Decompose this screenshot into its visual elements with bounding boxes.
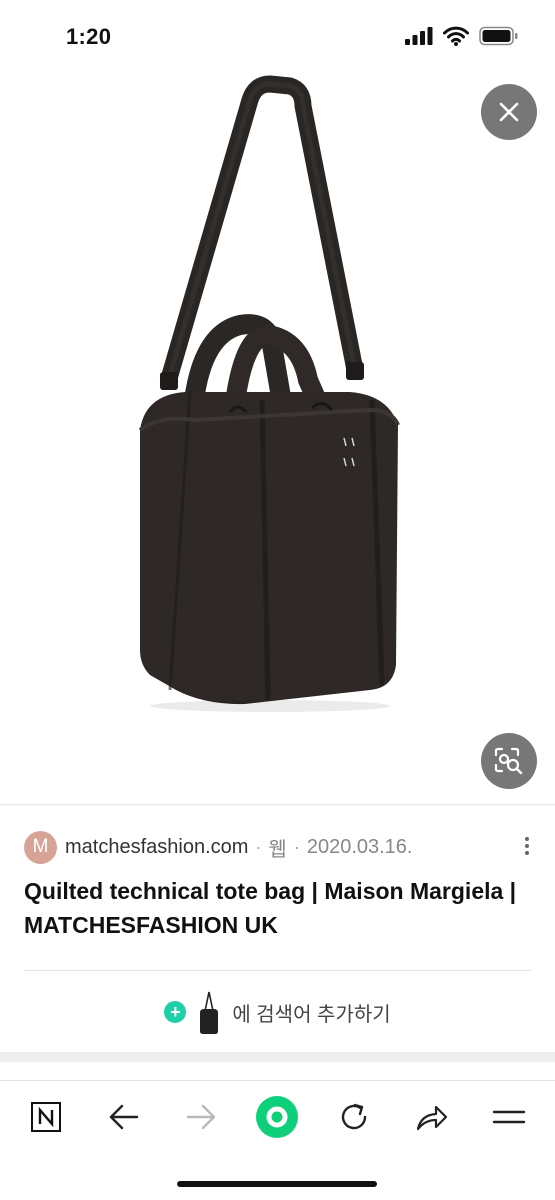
close-icon: [499, 102, 519, 122]
divider: [0, 804, 555, 805]
forward-button[interactable]: [179, 1095, 223, 1139]
source-type: 웹: [268, 838, 287, 861]
wifi-icon: [443, 26, 469, 46]
more-dot: [525, 844, 529, 848]
result-title[interactable]: Quilted technical tote bag | Maison Marg…: [24, 874, 534, 942]
battery-icon: [479, 26, 518, 46]
plus-icon: +: [164, 1001, 187, 1023]
naver-home-button[interactable]: [24, 1095, 68, 1139]
product-image-tote-bag: [138, 75, 400, 712]
separator-dot: ·: [293, 836, 300, 857]
add-keyword-label: 에 검색어 추가하기: [232, 1003, 391, 1026]
add-keyword-button[interactable]: + 에 검색어 추가하기: [0, 986, 555, 1038]
home-indicator: [177, 1181, 377, 1187]
source-date: 2020.03.16.: [306, 835, 413, 858]
green-dot-icon: [256, 1096, 298, 1138]
back-button[interactable]: [102, 1095, 146, 1139]
refresh-button[interactable]: [332, 1095, 376, 1139]
section-separator: [0, 1052, 555, 1062]
more-dot: [525, 851, 529, 855]
cellular-signal-icon: [405, 27, 433, 45]
result-source[interactable]: M matchesfashion.com · 웹 · 2020.03.16.: [24, 830, 412, 864]
source-avatar: M: [24, 830, 57, 864]
image-search-button[interactable]: [481, 733, 537, 789]
status-icons: [405, 26, 519, 46]
back-arrow-icon: [109, 1104, 139, 1130]
menu-icon: [492, 1110, 526, 1124]
refresh-icon: [341, 1103, 367, 1130]
bag-thumbnail: [200, 991, 219, 1034]
more-dot: [525, 837, 529, 841]
menu-button[interactable]: [487, 1095, 531, 1139]
separator-dot: ·: [255, 836, 262, 857]
more-options-button[interactable]: [517, 834, 537, 858]
forward-arrow-icon: [186, 1104, 216, 1130]
image-search-icon: [494, 747, 523, 775]
status-bar: 1:20: [0, 0, 555, 74]
source-domain[interactable]: matchesfashion.com: [65, 836, 248, 859]
close-button[interactable]: [481, 84, 537, 140]
status-time: 1:20: [66, 24, 112, 49]
share-button[interactable]: [410, 1095, 454, 1139]
share-icon: [416, 1105, 448, 1131]
naver-home-icon: [31, 1102, 61, 1132]
image-viewer[interactable]: [0, 74, 555, 804]
green-dot-button[interactable]: [255, 1095, 299, 1139]
divider: [24, 970, 531, 971]
bottom-toolbar: [0, 1081, 555, 1153]
